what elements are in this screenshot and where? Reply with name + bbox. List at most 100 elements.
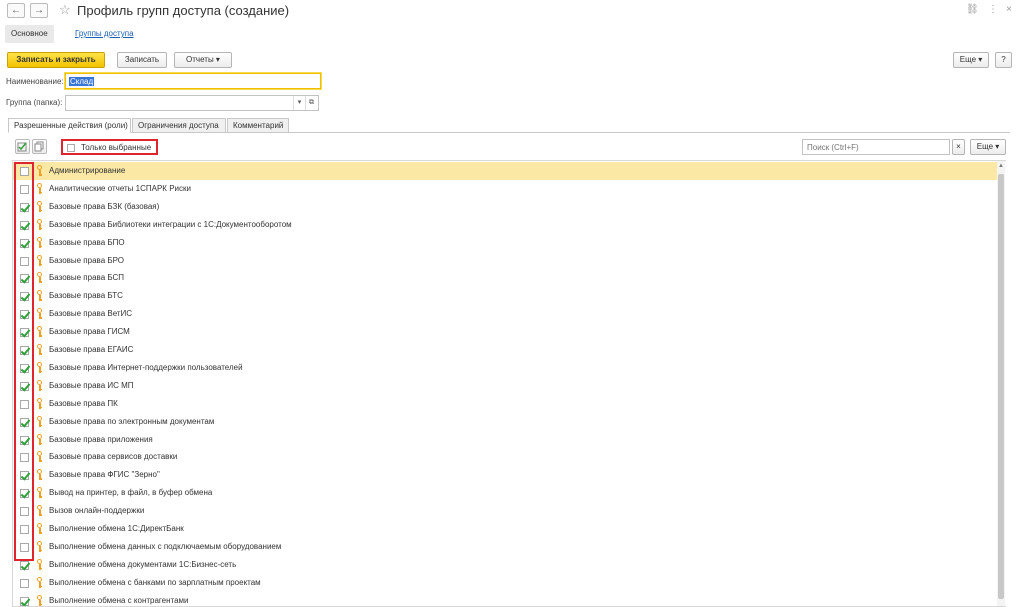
more-menu-icon[interactable]: ⋮ xyxy=(988,4,998,16)
tab-comment[interactable]: Комментарий xyxy=(227,118,289,133)
uncheck-all-icon xyxy=(34,141,44,152)
check-all-icon xyxy=(17,142,27,152)
role-checkbox[interactable] xyxy=(20,596,29,606)
arrow-left-icon: ← xyxy=(11,5,21,16)
list-item[interactable]: Выполнение обмена 1С:ДиректБанк xyxy=(13,520,999,538)
role-name: Базовые права по электронным документам xyxy=(49,416,215,426)
list-item[interactable]: Базовые права приложения xyxy=(13,431,999,449)
list-item[interactable]: Базовые права ГИСМ xyxy=(13,323,999,341)
key-icon xyxy=(36,397,43,410)
role-name: Выполнение обмена с банками по зарплатны… xyxy=(49,577,261,587)
reports-button[interactable]: Отчеты ▾ xyxy=(174,52,232,68)
list-item[interactable]: Базовые права ФГИС "Зерно" xyxy=(13,466,999,484)
key-icon xyxy=(36,290,43,302)
key-icon xyxy=(36,165,43,177)
key-icon xyxy=(36,272,43,284)
list-item[interactable]: Базовые права БПО xyxy=(13,234,999,252)
list-item[interactable]: Базовые права ЕГАИС xyxy=(13,341,999,359)
list-item[interactable]: Выполнение обмена с банками по зарплатны… xyxy=(13,574,999,592)
uncheck-all-button[interactable] xyxy=(32,139,47,154)
search-input[interactable] xyxy=(803,140,949,154)
list-item[interactable]: Вывод на принтер, в файл, в буфер обмена xyxy=(13,484,999,502)
close-icon[interactable]: × xyxy=(1006,4,1012,16)
save-and-close-button[interactable]: Записать и закрыть xyxy=(7,52,105,68)
check-all-button[interactable] xyxy=(15,139,30,154)
only-selected-checkbox[interactable]: Только выбранные xyxy=(61,139,158,155)
key-icon xyxy=(36,308,43,320)
list-item[interactable]: Базовые права БТС xyxy=(13,287,999,305)
tab-allowed-actions[interactable]: Разрешенные действия (роли) xyxy=(8,118,131,133)
role-name: Базовые права БЗК (базовая) xyxy=(49,201,160,211)
list-item[interactable]: Выполнение обмена данных с подключаемым … xyxy=(13,538,999,556)
list-item[interactable]: Выполнение обмена документами 1С:Бизнес-… xyxy=(13,556,999,574)
arrow-right-icon: → xyxy=(34,5,44,16)
role-name: Базовые права ФГИС "Зерно" xyxy=(49,470,160,480)
role-name: Вызов онлайн-поддержки xyxy=(49,506,145,516)
role-checkbox[interactable] xyxy=(20,560,29,570)
tab-access-restrictions[interactable]: Ограничения доступа xyxy=(132,118,226,133)
role-name: Базовые права Библиотеки интеграции с 1С… xyxy=(49,219,292,229)
key-icon xyxy=(36,540,43,553)
key-icon xyxy=(36,576,43,589)
list-item[interactable]: Вызов онлайн-поддержки xyxy=(13,502,999,520)
scrollbar[interactable]: ▲ xyxy=(997,161,1005,606)
list-item[interactable]: Базовые права сервисов доставки xyxy=(13,448,999,466)
name-field[interactable]: Склад xyxy=(65,73,321,89)
more-button[interactable]: Еще ▾ xyxy=(953,52,989,68)
role-name: Базовые права приложения xyxy=(49,434,153,444)
forward-button[interactable]: → xyxy=(30,3,48,18)
role-name: Базовые права сервисов доставки xyxy=(49,452,178,462)
list-item[interactable]: Базовые права БРО xyxy=(13,252,999,270)
only-selected-box[interactable] xyxy=(67,144,75,152)
role-name: Базовые права БСП xyxy=(49,273,125,283)
list-item[interactable]: Базовые права по электронным документам xyxy=(13,413,999,431)
key-icon xyxy=(36,236,43,249)
role-name: Выполнение обмена документами 1С:Бизнес-… xyxy=(49,559,237,569)
save-button[interactable]: Записать xyxy=(117,52,167,68)
key-icon xyxy=(36,361,43,374)
role-name: Базовые права Интернет-поддержки пользов… xyxy=(49,362,243,372)
role-name: Выполнение обмена 1С:ДиректБанк xyxy=(49,524,184,533)
favorite-star-icon[interactable]: ☆ xyxy=(59,2,71,18)
list-item[interactable]: Базовые права БСП xyxy=(13,269,999,287)
key-icon xyxy=(36,469,43,481)
role-name: Базовые права ПК xyxy=(49,398,118,408)
link-icon[interactable]: ⛓ xyxy=(966,4,979,16)
clear-search-button[interactable]: × xyxy=(952,139,965,155)
back-button[interactable]: ← xyxy=(7,3,25,18)
scroll-up-icon[interactable]: ▲ xyxy=(997,162,1005,170)
key-icon xyxy=(36,505,43,517)
key-icon xyxy=(36,415,43,428)
group-field[interactable]: ▾ ⧉ xyxy=(65,95,319,111)
role-name: Базовые права БРО xyxy=(49,255,125,265)
role-name: Базовые права ИС МП xyxy=(49,380,134,390)
list-item[interactable]: Базовые права БЗК (базовая) xyxy=(13,198,999,216)
role-name: Базовые права ВетИС xyxy=(49,309,133,319)
key-icon xyxy=(36,218,43,231)
key-icon xyxy=(36,326,43,338)
key-icon xyxy=(36,451,43,463)
scroll-thumb[interactable] xyxy=(998,174,1004,599)
section-tab-access-groups[interactable]: Группы доступа xyxy=(69,25,140,43)
section-tab-main[interactable]: Основное xyxy=(5,25,54,43)
list-item[interactable]: Выполнение обмена с контрагентами xyxy=(13,592,999,606)
list-more-button[interactable]: Еще ▾ xyxy=(970,139,1006,155)
open-icon[interactable]: ⧉ xyxy=(305,96,317,110)
list-item[interactable]: Базовые права ИС МП xyxy=(13,377,999,395)
role-checkbox[interactable] xyxy=(20,578,29,588)
key-icon xyxy=(36,200,43,213)
search-field[interactable] xyxy=(802,139,950,155)
list-item[interactable]: Базовые права Интернет-поддержки пользов… xyxy=(13,359,999,377)
list-item[interactable]: Базовые права ПК xyxy=(13,395,999,413)
list-item[interactable]: Базовые права Библиотеки интеграции с 1С… xyxy=(13,216,999,234)
key-icon xyxy=(36,379,43,392)
title-bar: ← → ☆ Профиль групп доступа (создание) ⛓… xyxy=(0,0,1024,22)
list-item[interactable]: Аналитические отчеты 1СПАРК Риски xyxy=(13,180,999,198)
key-icon xyxy=(36,594,43,606)
list-item[interactable]: Базовые права ВетИС xyxy=(13,305,999,323)
help-button[interactable]: ? xyxy=(995,52,1012,68)
list-item[interactable]: Администрирование xyxy=(13,162,999,180)
roles-list: Администрирование Аналитические отчеты 1С… xyxy=(12,160,1006,607)
role-name: Вывод на принтер, в файл, в буфер обмена xyxy=(49,488,213,498)
dropdown-icon[interactable]: ▾ xyxy=(293,96,305,110)
